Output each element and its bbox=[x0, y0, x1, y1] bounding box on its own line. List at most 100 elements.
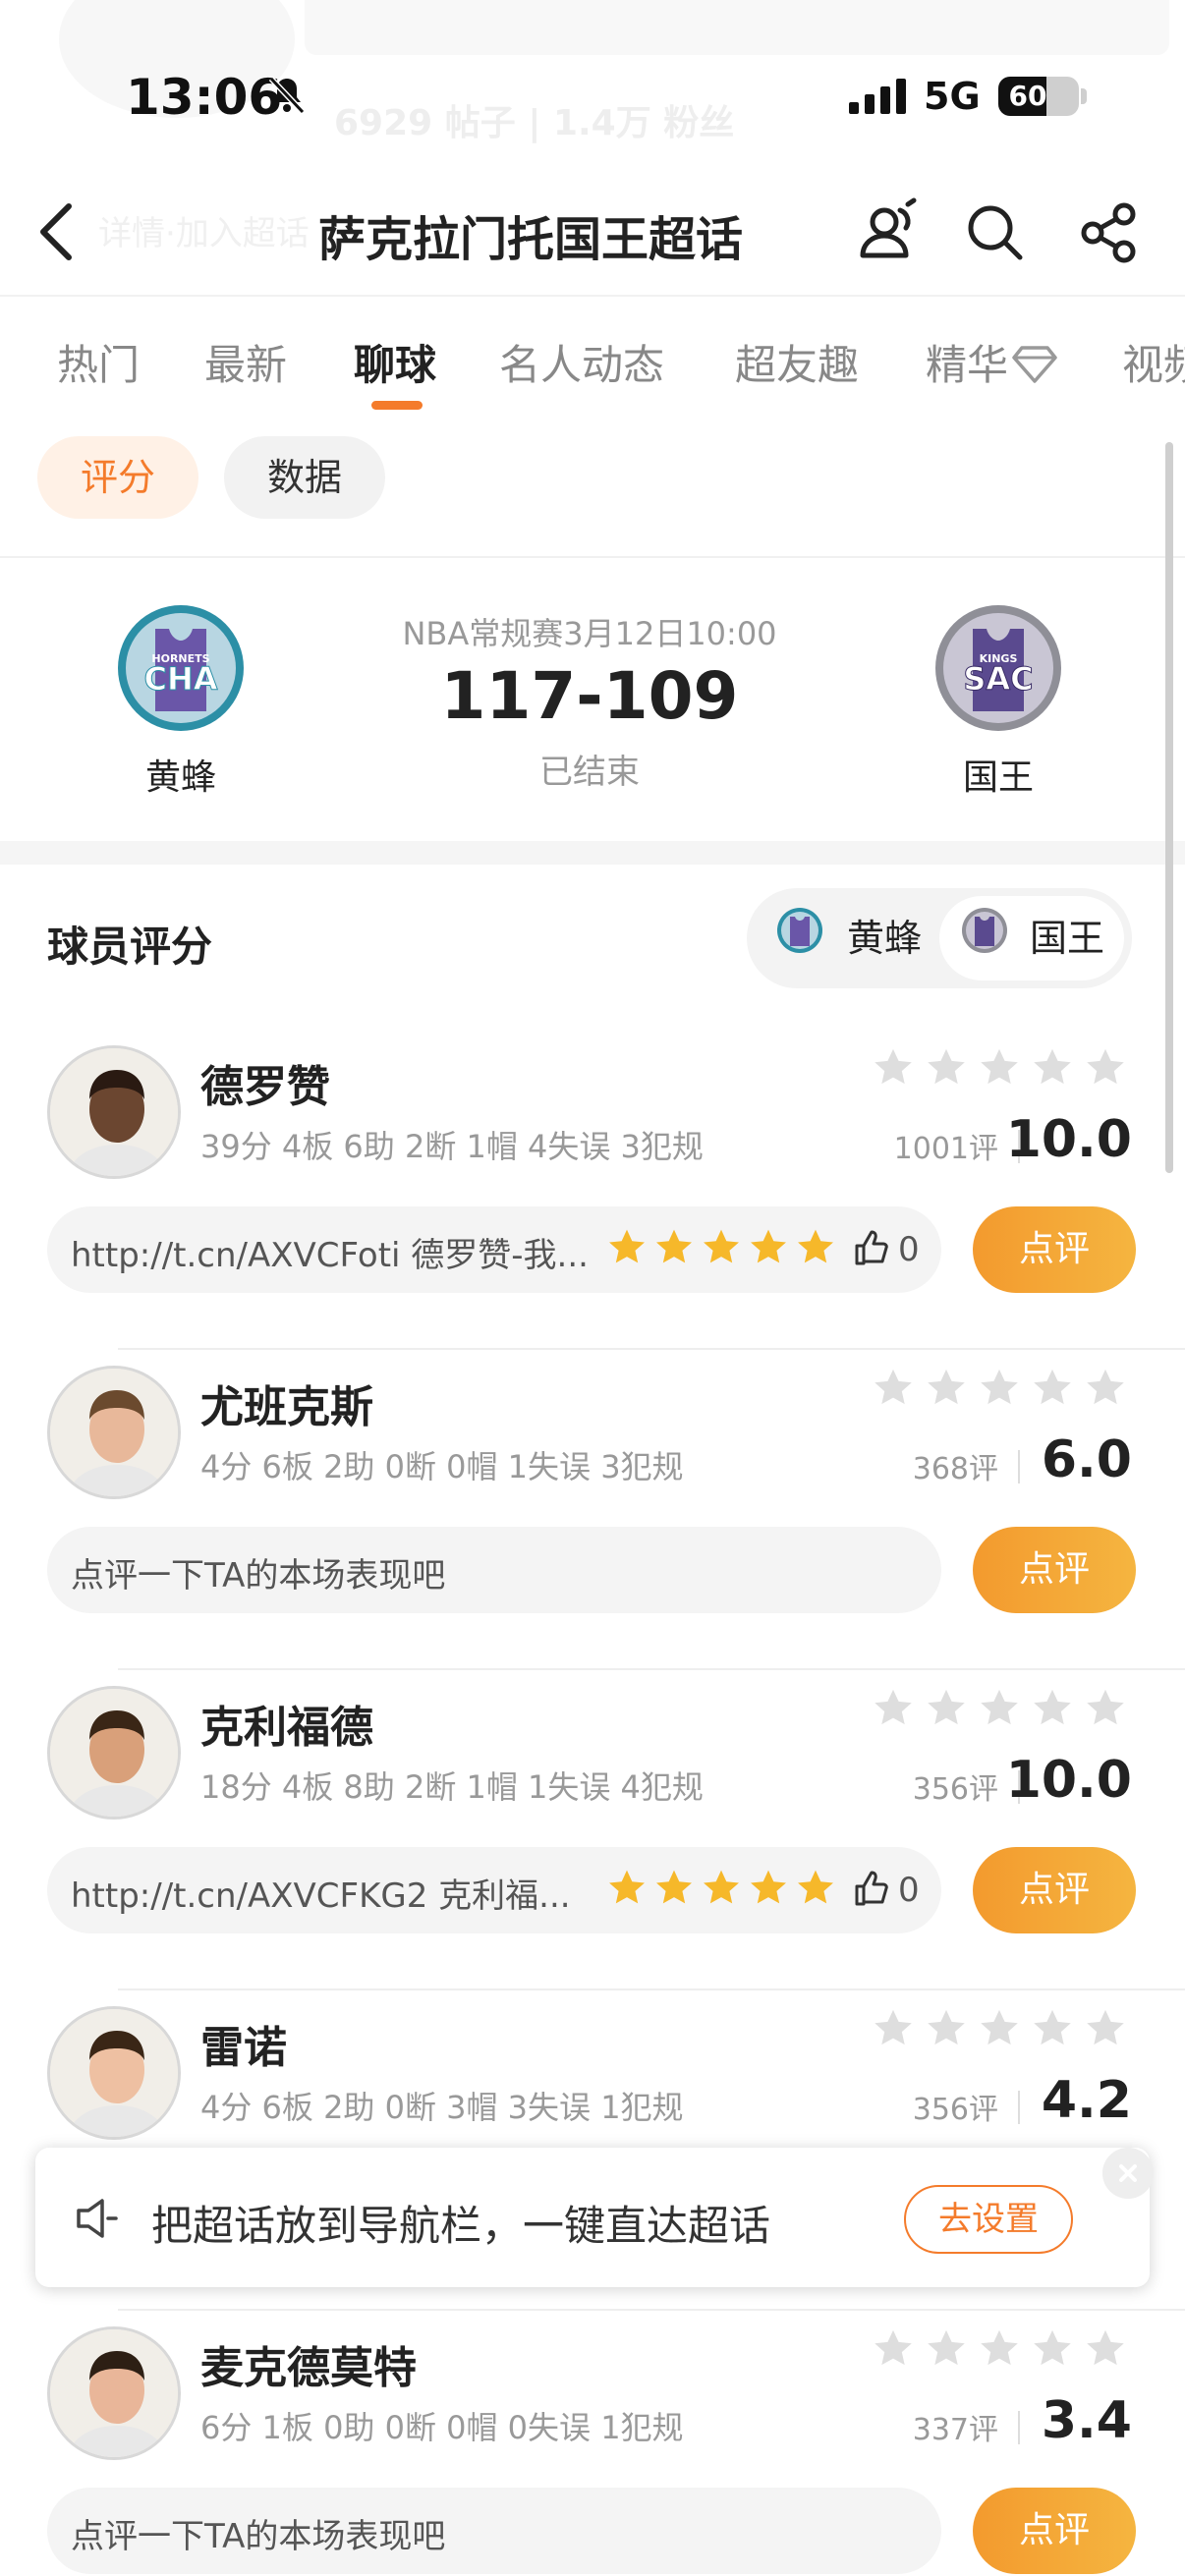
scrollbar[interactable] bbox=[1165, 442, 1173, 1173]
comment-stars bbox=[605, 1867, 841, 1914]
comment-text[interactable]: 点评一下TA的本场表现吧 bbox=[71, 1548, 445, 1596]
player-row[interactable]: 德罗赞 39分 4板 6助 2断 1帽 4失误 3犯规 1001评 10.0 http:… bbox=[0, 1045, 1185, 1366]
fans-group-icon[interactable] bbox=[851, 196, 924, 269]
player-row[interactable]: 麦克德莫特 6分 1板 0助 0断 0帽 0失误 1犯规 337评 3.4 点评一下TA… bbox=[0, 2326, 1185, 2576]
rate-star-icon[interactable] bbox=[924, 1369, 977, 1415]
status-time: 13:06 bbox=[126, 69, 283, 126]
rate-stars[interactable] bbox=[871, 1686, 1136, 1737]
comment-text[interactable]: http://t.cn/AXVCFoti 德罗赞-我... bbox=[71, 1228, 589, 1276]
player-avatar[interactable] bbox=[47, 1045, 181, 1179]
comment-box[interactable]: 点评一下TA的本场表现吧 bbox=[47, 1527, 941, 1613]
speaker-icon bbox=[77, 2199, 118, 2238]
battery-icon: 60 bbox=[998, 77, 1079, 116]
comment-text[interactable]: 点评一下TA的本场表现吧 bbox=[71, 2509, 445, 2557]
tab-hot[interactable]: 热门 bbox=[57, 332, 140, 392]
player-stats: 4分 6板 2助 0断 3帽 3失误 1犯规 bbox=[200, 2089, 684, 2126]
away-team-name: 国王 bbox=[962, 757, 1034, 798]
rate-star-icon[interactable] bbox=[924, 2009, 977, 2055]
tab-bar: 热门 最新 聊球 名人动态 超友趣 精华 视频 bbox=[0, 295, 1185, 420]
rate-star-icon[interactable] bbox=[977, 1369, 1030, 1415]
search-icon[interactable] bbox=[963, 200, 1028, 265]
review-count: 337评 bbox=[912, 2413, 998, 2447]
home-team-name: 黄蜂 bbox=[144, 757, 216, 798]
player-avatar[interactable] bbox=[47, 1366, 181, 1499]
comment-text[interactable]: http://t.cn/AXVCFKG2 克利福... bbox=[71, 1869, 571, 1917]
status-bar: 6929 帖子 | 1.4万 粉丝 13:06 5G 60 bbox=[0, 0, 1185, 167]
rate-stars[interactable] bbox=[871, 2326, 1136, 2378]
rate-star-icon[interactable] bbox=[871, 1048, 924, 1094]
gold-star-icon bbox=[700, 1229, 747, 1273]
banner-close-icon[interactable] bbox=[1102, 2148, 1154, 2199]
background-header-ghost bbox=[305, 0, 1169, 55]
player-name[interactable]: 尤班克斯 bbox=[200, 1372, 373, 1434]
player-row[interactable]: 克利福德 18分 4板 8助 2断 1帽 1失误 4犯规 356评 10.0 http:… bbox=[0, 1686, 1185, 2006]
comment-box[interactable]: http://t.cn/AXVCFKG2 克利福... 0 bbox=[47, 1847, 941, 1933]
rate-stars[interactable] bbox=[871, 2006, 1136, 2057]
rate-star-icon[interactable] bbox=[871, 2009, 924, 2055]
tab-super-fun[interactable]: 超友趣 bbox=[735, 332, 859, 392]
chip-rating[interactable]: 评分 bbox=[37, 436, 199, 519]
thumbs-up-icon[interactable] bbox=[851, 1869, 890, 1908]
score-divider bbox=[1018, 2091, 1020, 2124]
rate-star-icon[interactable] bbox=[1083, 1048, 1136, 1094]
gold-star-icon bbox=[794, 1870, 841, 1914]
rate-star-icon[interactable] bbox=[1030, 2009, 1083, 2055]
tab-video[interactable]: 视频 bbox=[1122, 332, 1185, 392]
section-divider bbox=[0, 841, 1185, 865]
match-card[interactable]: HORNETS CHA 黄蜂 NBA常规赛3月12日10:00 117-109 … bbox=[0, 560, 1185, 841]
rate-star-icon[interactable] bbox=[871, 1369, 924, 1415]
comment-stars bbox=[605, 1226, 841, 1273]
network-label: 5G bbox=[924, 75, 981, 118]
banner-text: 把超话放到导航栏，一键直达超话 bbox=[151, 2202, 771, 2250]
rate-star-icon[interactable] bbox=[871, 2329, 924, 2376]
rate-button[interactable]: 点评 bbox=[973, 1206, 1136, 1293]
player-name[interactable]: 克利福德 bbox=[200, 1692, 373, 1755]
tab-celebrity[interactable]: 名人动态 bbox=[499, 332, 664, 392]
rate-star-icon[interactable] bbox=[1030, 1048, 1083, 1094]
rate-star-icon[interactable] bbox=[1030, 1369, 1083, 1415]
share-icon[interactable] bbox=[1077, 200, 1142, 265]
banner-settings-button[interactable]: 去设置 bbox=[904, 2185, 1073, 2254]
like-count: 0 bbox=[898, 1871, 920, 1910]
player-name[interactable]: 雷诺 bbox=[200, 2012, 287, 2075]
rate-star-icon[interactable] bbox=[977, 1689, 1030, 1735]
comment-box[interactable]: http://t.cn/AXVCFoti 德罗赞-我... 0 bbox=[47, 1206, 941, 1293]
rate-button[interactable]: 点评 bbox=[973, 2488, 1136, 2574]
rate-star-icon[interactable] bbox=[871, 1689, 924, 1735]
rate-star-icon[interactable] bbox=[924, 1689, 977, 1735]
gold-star-icon bbox=[652, 1229, 700, 1273]
rate-star-icon[interactable] bbox=[1083, 1689, 1136, 1735]
gold-star-icon bbox=[605, 1870, 652, 1914]
rate-star-icon[interactable] bbox=[977, 2009, 1030, 2055]
rate-stars[interactable] bbox=[871, 1045, 1136, 1096]
player-avatar[interactable] bbox=[47, 2006, 181, 2140]
signal-icon bbox=[849, 79, 906, 114]
rate-star-icon[interactable] bbox=[1030, 1689, 1083, 1735]
rate-button[interactable]: 点评 bbox=[973, 1527, 1136, 1613]
thumbs-up-icon[interactable] bbox=[851, 1228, 890, 1267]
rate-star-icon[interactable] bbox=[1030, 2329, 1083, 2376]
player-avatar[interactable] bbox=[47, 1686, 181, 1820]
chip-data[interactable]: 数据 bbox=[224, 436, 386, 519]
tab-featured[interactable]: 精华 bbox=[926, 332, 1057, 392]
rate-star-icon[interactable] bbox=[977, 1048, 1030, 1094]
like-count: 0 bbox=[898, 1230, 920, 1269]
tab-chat-ball[interactable]: 聊球 bbox=[354, 332, 436, 392]
rate-button[interactable]: 点评 bbox=[973, 1847, 1136, 1933]
team-switch: 黄蜂 国王 bbox=[747, 888, 1132, 988]
tab-latest[interactable]: 最新 bbox=[204, 332, 287, 392]
player-avatar[interactable] bbox=[47, 2326, 181, 2460]
rate-star-icon[interactable] bbox=[1083, 1369, 1136, 1415]
rate-star-icon[interactable] bbox=[1083, 2329, 1136, 2376]
rate-star-icon[interactable] bbox=[1083, 2009, 1136, 2055]
player-name[interactable]: 麦克德莫特 bbox=[200, 2332, 417, 2395]
rate-star-icon[interactable] bbox=[977, 2329, 1030, 2376]
rate-star-icon[interactable] bbox=[924, 2329, 977, 2376]
comment-box[interactable]: 点评一下TA的本场表现吧 bbox=[47, 2488, 941, 2574]
player-name[interactable]: 德罗赞 bbox=[200, 1051, 330, 1114]
rate-star-icon[interactable] bbox=[924, 1048, 977, 1094]
kings-small-logo bbox=[962, 908, 1007, 953]
nav-shortcut-banner: 把超话放到导航栏，一键直达超话 去设置 bbox=[35, 2148, 1154, 2287]
player-row[interactable]: 尤班克斯 4分 6板 2助 0断 0帽 1失误 3犯规 368评 6.0 点评一下TA的… bbox=[0, 1366, 1185, 1686]
rate-stars[interactable] bbox=[871, 1366, 1136, 1417]
